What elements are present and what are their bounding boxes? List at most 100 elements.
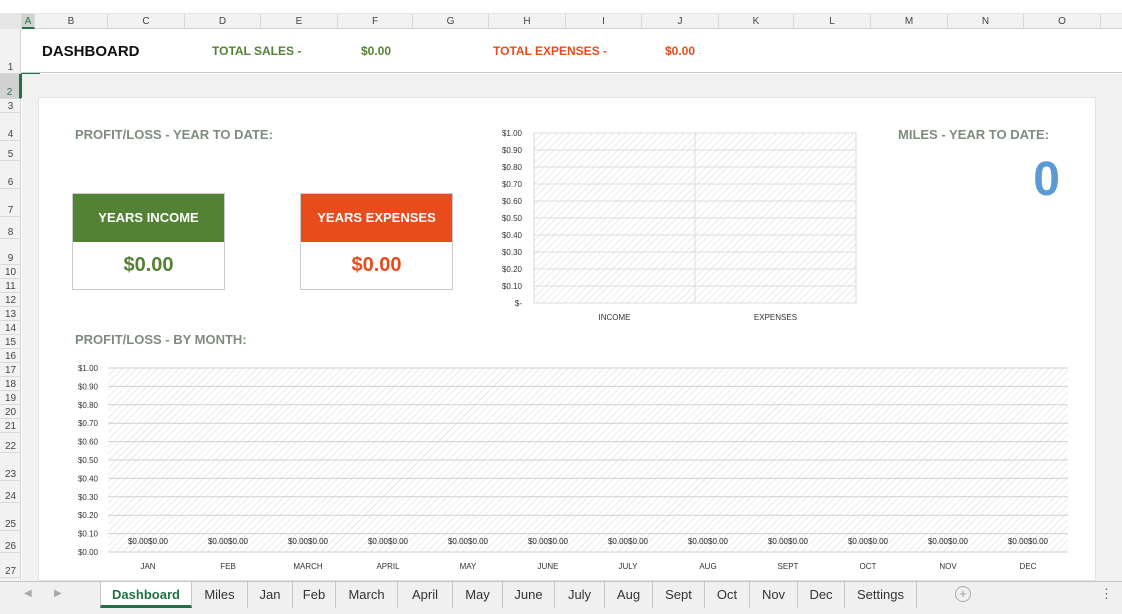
column-header-h[interactable]: H bbox=[489, 14, 566, 29]
column-header-o[interactable]: O bbox=[1024, 14, 1101, 29]
column-header-d[interactable]: D bbox=[185, 14, 261, 29]
tab-dec[interactable]: Dec bbox=[798, 582, 845, 608]
monthly-x-label: JAN bbox=[140, 562, 155, 571]
row-header-8[interactable]: 8 bbox=[0, 217, 21, 239]
monthly-x-label: OCT bbox=[860, 562, 877, 571]
row-header-9[interactable]: 9 bbox=[0, 239, 21, 265]
monthly-chart[interactable]: $0.00 $0.10 $0.20 $0.30 $0.40 $0.50 $0.60 $0.70… bbox=[60, 360, 1080, 575]
monthly-data-label: $0.00$0.00 bbox=[848, 537, 889, 546]
row-header-18[interactable]: 18 bbox=[0, 377, 21, 391]
row-headers: 1 2 3 4 5 6 7 8 9 10 11 12 13 14 15 16 17 18 19 20 21 22 23 24 2… bbox=[0, 29, 21, 581]
column-header-b[interactable]: B bbox=[35, 14, 108, 29]
ytd-x-label: INCOME bbox=[599, 313, 631, 322]
top-strip bbox=[0, 0, 1122, 14]
row-header-3[interactable]: 3 bbox=[0, 99, 21, 113]
row-header-20[interactable]: 20 bbox=[0, 405, 21, 419]
row-header-13[interactable]: 13 bbox=[0, 307, 21, 321]
monthly-data-label: $0.00$0.00 bbox=[928, 537, 969, 546]
monthly-x-label: AUG bbox=[699, 562, 716, 571]
ytd-y-tick: $0.70 bbox=[502, 180, 523, 189]
monthly-x-label: JULY bbox=[619, 562, 639, 571]
tab-may[interactable]: May bbox=[453, 582, 503, 608]
monthly-data-label: $0.00$0.00 bbox=[688, 537, 729, 546]
row-header-19[interactable]: 19 bbox=[0, 391, 21, 405]
row-header-6[interactable]: 6 bbox=[0, 161, 21, 189]
column-header-m[interactable]: M bbox=[871, 14, 948, 29]
row-header-5[interactable]: 5 bbox=[0, 141, 21, 161]
monthly-y-tick: $0.60 bbox=[78, 438, 99, 447]
tab-prev-arrow[interactable]: ◀ bbox=[24, 588, 32, 599]
row-header-17[interactable]: 17 bbox=[0, 363, 21, 377]
monthly-y-tick: $1.00 bbox=[78, 364, 99, 373]
row-header-12[interactable]: 12 bbox=[0, 293, 21, 307]
tab-march[interactable]: March bbox=[336, 582, 398, 608]
tab-june[interactable]: June bbox=[503, 582, 555, 608]
column-headers: ABCDEFGHIJKLMNOP bbox=[0, 14, 1122, 29]
column-header-e[interactable]: E bbox=[261, 14, 338, 29]
tab-nov[interactable]: Nov bbox=[750, 582, 798, 608]
row-header-1[interactable]: 1 bbox=[0, 29, 21, 74]
monthly-y-tick: $0.70 bbox=[78, 419, 99, 428]
monthly-x-label: NOV bbox=[939, 562, 957, 571]
row-header-24[interactable]: 24 bbox=[0, 481, 21, 503]
tab-settings[interactable]: Settings bbox=[845, 582, 917, 608]
tab-aug[interactable]: Aug bbox=[605, 582, 653, 608]
monthly-section-title: PROFIT/LOSS - BY MONTH: bbox=[75, 332, 247, 347]
more-options-icon[interactable]: ⋮ bbox=[1100, 586, 1113, 602]
row-header-10[interactable]: 10 bbox=[0, 265, 21, 279]
ytd-chart[interactable]: $- $0.10 $0.20 $0.30 $0.40 $0.50 $0.60 $0.70 $0.… bbox=[494, 125, 864, 325]
ytd-y-tick: $0.30 bbox=[502, 248, 523, 257]
column-header-c[interactable]: C bbox=[108, 14, 185, 29]
total-sales-label: TOTAL SALES - bbox=[212, 44, 302, 58]
row-header-2[interactable]: 2 bbox=[0, 74, 21, 99]
row-header-15[interactable]: 15 bbox=[0, 335, 21, 349]
years-income-card: YEARS INCOME $0.00 bbox=[72, 193, 225, 290]
column-header-g[interactable]: G bbox=[413, 14, 489, 29]
monthly-data-label: $0.00$0.00 bbox=[768, 537, 809, 546]
row-header-26[interactable]: 26 bbox=[0, 531, 21, 553]
ytd-y-tick: $0.60 bbox=[502, 197, 523, 206]
column-header-f[interactable]: F bbox=[338, 14, 413, 29]
row-header-14[interactable]: 14 bbox=[0, 321, 21, 335]
monthly-data-label: $0.00$0.00 bbox=[528, 537, 569, 546]
select-all-corner[interactable] bbox=[0, 14, 22, 29]
tab-dashboard[interactable]: Dashboard bbox=[100, 582, 192, 608]
column-header-n[interactable]: N bbox=[948, 14, 1024, 29]
tab-jan[interactable]: Jan bbox=[248, 582, 293, 608]
row-header-21[interactable]: 21 bbox=[0, 419, 21, 433]
monthly-data-label: $0.00$0.00 bbox=[448, 537, 489, 546]
monthly-y-tick: $0.40 bbox=[78, 474, 99, 483]
add-sheet-icon[interactable]: + bbox=[955, 586, 971, 602]
row-header-27[interactable]: 27 bbox=[0, 553, 21, 578]
column-header-j[interactable]: J bbox=[642, 14, 719, 29]
tab-april[interactable]: April bbox=[398, 582, 453, 608]
row-header-4[interactable]: 4 bbox=[0, 113, 21, 141]
monthly-x-label: SEPT bbox=[778, 562, 799, 571]
row-header-11[interactable]: 11 bbox=[0, 279, 21, 293]
tab-feb[interactable]: Feb bbox=[293, 582, 336, 608]
ytd-y-tick: $- bbox=[515, 299, 522, 308]
row-header-16[interactable]: 16 bbox=[0, 349, 21, 363]
years-expenses-card: YEARS EXPENSES $0.00 bbox=[300, 193, 453, 290]
row-header-7[interactable]: 7 bbox=[0, 189, 21, 217]
tab-oct[interactable]: Oct bbox=[705, 582, 750, 608]
row-header-22[interactable]: 22 bbox=[0, 433, 21, 453]
monthly-x-label: FEB bbox=[220, 562, 236, 571]
monthly-data-label: $0.00$0.00 bbox=[128, 537, 169, 546]
tab-july[interactable]: July bbox=[555, 582, 605, 608]
sheet-tabs-bar: ◀ ▶ Dashboard Miles Jan Feb March April May Jun… bbox=[0, 581, 1122, 614]
monthly-y-tick: $0.20 bbox=[78, 511, 99, 520]
tab-sept[interactable]: Sept bbox=[653, 582, 705, 608]
column-header-k[interactable]: K bbox=[719, 14, 794, 29]
column-header-a[interactable]: A bbox=[22, 14, 35, 29]
column-header-l[interactable]: L bbox=[794, 14, 871, 29]
tab-miles[interactable]: Miles bbox=[192, 582, 248, 608]
tab-next-arrow[interactable]: ▶ bbox=[54, 588, 62, 599]
ytd-section-title: PROFIT/LOSS - YEAR TO DATE: bbox=[75, 127, 273, 142]
column-header-p[interactable]: P bbox=[1101, 14, 1122, 29]
monthly-y-tick: $0.50 bbox=[78, 456, 99, 465]
row-header-25[interactable]: 25 bbox=[0, 503, 21, 531]
monthly-x-label: JUNE bbox=[538, 562, 559, 571]
row-header-23[interactable]: 23 bbox=[0, 453, 21, 481]
column-header-i[interactable]: I bbox=[566, 14, 642, 29]
